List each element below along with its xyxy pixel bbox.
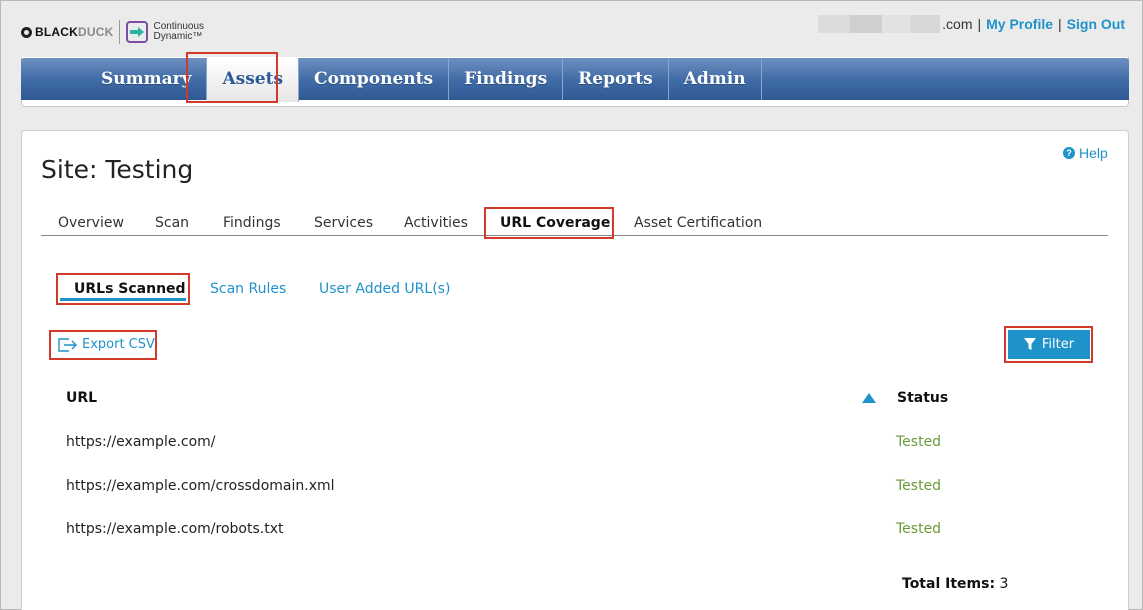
export-csv-button[interactable]: Export CSV bbox=[58, 337, 155, 352]
logo-text-black: BLACK bbox=[35, 25, 78, 39]
subtab-scan-rules[interactable]: Scan Rules bbox=[210, 281, 286, 297]
logo-divider bbox=[119, 20, 121, 44]
main-nav: Summary Assets Components Findings Repor… bbox=[21, 58, 1129, 102]
sign-out-link[interactable]: Sign Out bbox=[1067, 16, 1125, 32]
subtab-active-indicator bbox=[60, 298, 186, 301]
table-row-status: Tested bbox=[896, 478, 942, 494]
filter-label: Filter bbox=[1041, 337, 1075, 352]
help-link[interactable]: ? Help bbox=[1063, 145, 1108, 161]
nav-reports[interactable]: Reports bbox=[563, 58, 669, 100]
tab-url-coverage[interactable]: URL Coverage bbox=[500, 206, 610, 236]
app-logo[interactable]: BLACK DUCK Continuous Dynamic™ bbox=[21, 18, 204, 46]
continuous-dynamic-logo-text: Continuous Dynamic™ bbox=[153, 22, 204, 42]
nav-findings[interactable]: Findings bbox=[449, 58, 564, 100]
my-profile-link[interactable]: My Profile bbox=[986, 16, 1053, 32]
nav-summary[interactable]: Summary bbox=[86, 58, 208, 100]
sort-ascending-icon[interactable] bbox=[862, 393, 876, 403]
logo-product-line2: Dynamic™ bbox=[153, 31, 203, 42]
export-icon bbox=[58, 337, 78, 352]
column-header-url[interactable]: URL bbox=[66, 390, 97, 406]
separator: | bbox=[1058, 16, 1062, 32]
column-header-status[interactable]: Status bbox=[897, 390, 948, 406]
page-title: Site: Testing bbox=[41, 155, 194, 184]
total-items-label: Total Items: bbox=[902, 576, 996, 592]
separator: | bbox=[977, 16, 982, 32]
help-icon: ? bbox=[1063, 147, 1075, 159]
filter-button[interactable]: Filter bbox=[1008, 330, 1090, 359]
help-label: Help bbox=[1079, 145, 1108, 161]
table-row-url: https://example.com/ bbox=[66, 434, 216, 450]
tab-overview[interactable]: Overview bbox=[58, 206, 124, 236]
total-items: Total Items: 3 bbox=[902, 576, 1008, 592]
site-tabs: Overview Scan Findings Services Activiti… bbox=[41, 206, 1108, 236]
subtab-urls-scanned[interactable]: URLs Scanned bbox=[74, 281, 186, 297]
tab-findings[interactable]: Findings bbox=[223, 206, 281, 236]
blackduck-logo: BLACK DUCK bbox=[21, 25, 113, 39]
redacted-username bbox=[818, 15, 941, 33]
content-card bbox=[21, 130, 1129, 610]
table-row-url: https://example.com/crossdomain.xml bbox=[66, 478, 335, 494]
continuous-dynamic-icon bbox=[126, 21, 149, 43]
table-row-status: Tested bbox=[896, 434, 942, 450]
nav-admin[interactable]: Admin bbox=[669, 58, 762, 100]
tab-services[interactable]: Services bbox=[314, 206, 373, 236]
user-domain-suffix: .com bbox=[942, 16, 973, 32]
export-csv-label: Export CSV bbox=[82, 337, 155, 352]
tab-asset-certification[interactable]: Asset Certification bbox=[634, 206, 762, 236]
table-row-url: https://example.com/robots.txt bbox=[66, 521, 284, 537]
tab-scan[interactable]: Scan bbox=[155, 206, 189, 236]
nav-components[interactable]: Components bbox=[299, 58, 450, 100]
table-row-status: Tested bbox=[896, 521, 942, 537]
blackduck-logo-icon bbox=[21, 26, 32, 38]
filter-icon bbox=[1023, 338, 1036, 351]
user-menu: .com | My Profile | Sign Out bbox=[818, 15, 1125, 33]
nav-assets[interactable]: Assets bbox=[207, 58, 300, 102]
tab-activities[interactable]: Activities bbox=[404, 206, 468, 236]
logo-text-duck: DUCK bbox=[78, 25, 114, 39]
total-items-value: 3 bbox=[999, 576, 1009, 592]
subtab-user-added-urls[interactable]: User Added URL(s) bbox=[319, 281, 450, 297]
